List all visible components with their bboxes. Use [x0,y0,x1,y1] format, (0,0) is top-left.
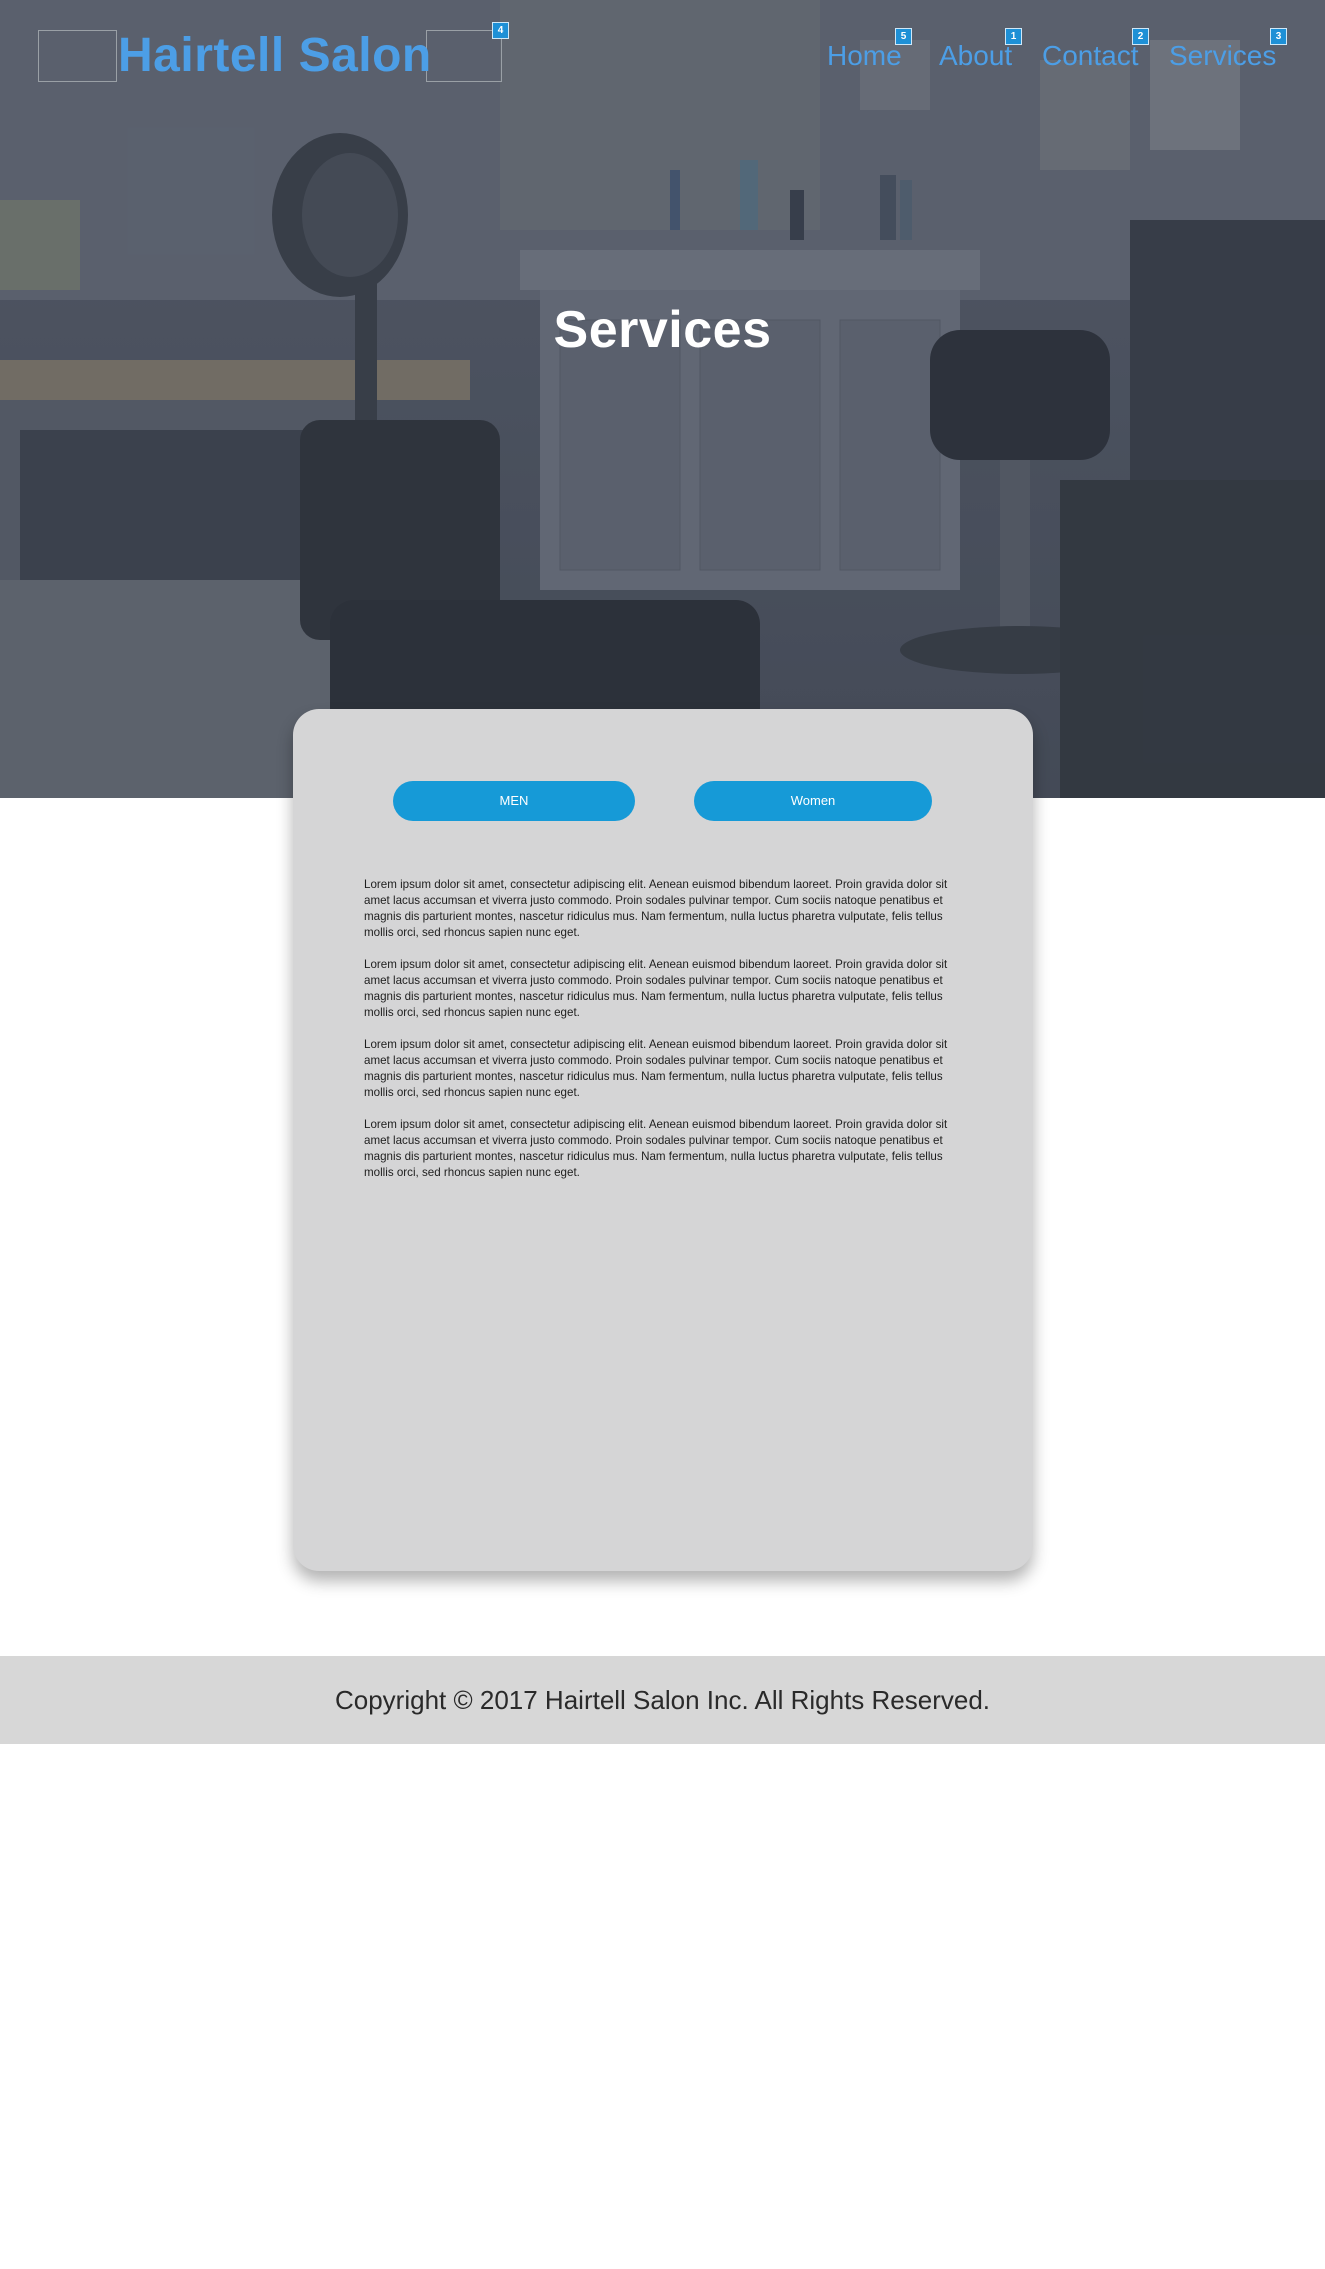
women-button[interactable]: Women [694,781,932,821]
nav-services-badge: 3 [1270,28,1287,45]
main-nav: Home 5 About 1 Contact 2 Services 3 [0,28,1325,76]
nav-home-link[interactable]: Home 5 [827,28,912,76]
nav-contact-label: Contact [1042,40,1139,71]
nav-about-badge: 1 [1005,28,1022,45]
copyright-text: Copyright © 2017 Hairtell Salon Inc. All… [334,1685,991,1715]
nav-home-badge: 5 [895,28,912,45]
services-description: Lorem ipsum dolor sit amet, consectetur … [364,877,964,1197]
page: Hairtell Salon 4 Home 5 About 1 Contact … [0,0,1325,2269]
services-card: MEN Women Lorem ipsum dolor sit amet, co… [293,709,1033,1571]
paragraph: Lorem ipsum dolor sit amet, consectetur … [364,1038,948,1099]
hero-overlay [0,0,1325,798]
nav-about-label: About [939,40,1013,71]
nav-contact-link[interactable]: Contact 2 [1042,28,1149,76]
men-button[interactable]: MEN [393,781,635,821]
footer: Copyright © 2017 Hairtell Salon Inc. All… [0,1656,1325,1744]
paragraph: Lorem ipsum dolor sit amet, consectetur … [364,958,948,1019]
nav-contact-badge: 2 [1132,28,1149,45]
nav-about-link[interactable]: About 1 [939,28,1022,76]
page-title: Services [553,301,772,359]
paragraph: Lorem ipsum dolor sit amet, consectetur … [364,878,948,939]
nav-home-label: Home [827,40,902,71]
nav-services-link[interactable]: Services 3 [1169,28,1287,76]
hero-section: Hairtell Salon 4 Home 5 About 1 Contact … [0,0,1325,798]
paragraph: Lorem ipsum dolor sit amet, consectetur … [364,1118,948,1179]
nav-services-label: Services [1169,40,1277,71]
